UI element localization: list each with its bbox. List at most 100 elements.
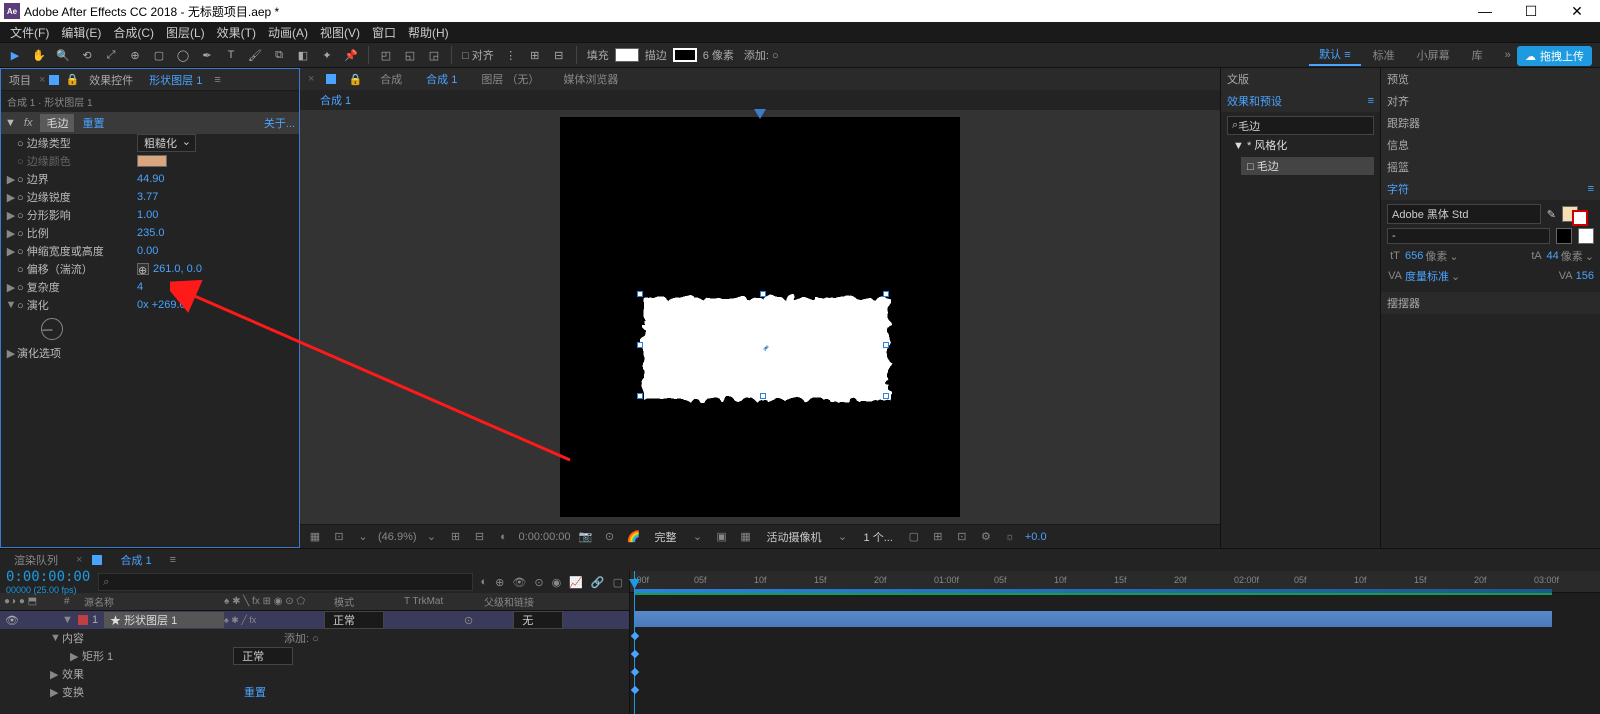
rect-tool-icon[interactable]: ▢: [148, 44, 170, 66]
keyframe-icon[interactable]: [631, 686, 639, 694]
blend-mode-dropdown[interactable]: 正常: [324, 611, 384, 629]
layer-expander[interactable]: ▼: [62, 614, 74, 626]
comp-name-tab[interactable]: 合成 1: [420, 69, 463, 89]
panel-character[interactable]: 字符≡: [1381, 178, 1600, 200]
lock-icon[interactable]: 🔒: [65, 73, 79, 86]
menu-window[interactable]: 窗口: [366, 22, 402, 43]
exposure-icon[interactable]: ☼: [1001, 531, 1019, 543]
alpha-icon[interactable]: ▦: [306, 530, 324, 543]
tab-comp-timeline[interactable]: 合成 1: [112, 550, 159, 570]
layer-tab[interactable]: 图层 （无）: [475, 69, 545, 89]
menu-help[interactable]: 帮助(H): [402, 22, 455, 43]
border-value[interactable]: 44.90: [137, 173, 165, 185]
res-down-icon[interactable]: ⌄: [354, 530, 372, 543]
bw-swatch[interactable]: [1556, 228, 1572, 244]
fx-name[interactable]: 毛边: [40, 114, 74, 132]
layer-switches[interactable]: ♠ ✱ ╱ fx: [224, 615, 324, 626]
snap-label[interactable]: □ 对齐: [458, 47, 498, 63]
panel-mask[interactable]: 摇篮: [1381, 156, 1600, 178]
scale-value[interactable]: 235.0: [137, 227, 165, 239]
vbtn2-icon[interactable]: ⊞: [929, 530, 947, 543]
work-area-bar[interactable]: [634, 589, 1552, 593]
hand-tool-icon[interactable]: ✋: [28, 44, 50, 66]
evolution-value[interactable]: 0x +269.0°: [137, 299, 190, 311]
fill-label[interactable]: 填充: [583, 47, 613, 63]
offset-value[interactable]: 261.0, 0.0: [153, 263, 202, 275]
upload-badge[interactable]: ☁ 拖拽上传: [1517, 46, 1592, 66]
brush-tool-icon[interactable]: 🖌: [244, 44, 266, 66]
handle-tr[interactable]: [883, 291, 889, 297]
mask-icon[interactable]: ◰: [375, 44, 397, 66]
contents-group[interactable]: 内容: [62, 630, 84, 646]
viewer-time[interactable]: 0:00:00:00: [519, 531, 571, 543]
fill-swatch[interactable]: [615, 48, 639, 62]
menu-animation[interactable]: 动画(A): [262, 22, 314, 43]
tl-render-icon[interactable]: ▢: [613, 576, 623, 589]
roto-tool-icon[interactable]: ✦: [316, 44, 338, 66]
fx-search[interactable]: ⌕ ×: [1227, 116, 1374, 135]
snapshot-icon[interactable]: 📷: [577, 530, 595, 543]
rect-group[interactable]: 矩形 1: [82, 648, 113, 664]
vbtn4-icon[interactable]: ⚙: [977, 530, 995, 543]
workspace-small[interactable]: 小屏幕: [1407, 45, 1460, 65]
snap-grid-icon[interactable]: ⊞: [524, 44, 546, 66]
color-mgmt-icon[interactable]: 🌈: [625, 530, 643, 543]
puppet-tool-icon[interactable]: 📌: [340, 44, 362, 66]
handle-bc[interactable]: [760, 393, 766, 399]
fx-about[interactable]: 关于...: [264, 115, 295, 131]
snap-guide-icon[interactable]: ⊟: [548, 44, 570, 66]
maximize-button[interactable]: ☐: [1508, 0, 1554, 22]
viewer[interactable]: ◈: [300, 110, 1220, 524]
handle-mr[interactable]: [883, 342, 889, 348]
layer-duration-bar[interactable]: [634, 611, 1552, 627]
handle-bl[interactable]: [637, 393, 643, 399]
tracking-value[interactable]: 156: [1576, 270, 1594, 282]
font-family-dropdown[interactable]: Adobe 黑体 Std: [1387, 204, 1541, 224]
font-style-dropdown[interactable]: -: [1387, 228, 1550, 244]
handle-ml[interactable]: [637, 342, 643, 348]
magnification[interactable]: (46.9%): [378, 531, 417, 543]
minimize-button[interactable]: —: [1462, 0, 1508, 22]
views-dropdown[interactable]: 1 个...: [858, 529, 899, 545]
vbtn-icon[interactable]: ▢: [905, 530, 923, 543]
transform-group[interactable]: 变换: [62, 684, 84, 700]
panel-tracker[interactable]: 跟踪器: [1381, 112, 1600, 134]
comp-canvas[interactable]: ◈: [560, 117, 960, 517]
panel-info[interactable]: 信息: [1381, 134, 1600, 156]
resolution-dropdown[interactable]: 完整: [649, 529, 683, 545]
anchor-tool-icon[interactable]: ⊕: [124, 44, 146, 66]
fx-category[interactable]: ▼ * 风格化: [1227, 135, 1374, 155]
fx-reset[interactable]: 重置: [82, 115, 104, 131]
clone-tool-icon[interactable]: ⧉: [268, 44, 290, 66]
shape-icon[interactable]: ◱: [399, 44, 421, 66]
workspace-default[interactable]: 默认 ≡: [1309, 44, 1360, 66]
edge-type-dropdown[interactable]: 粗糙化: [137, 134, 196, 152]
comp-subtab[interactable]: 合成 1: [320, 92, 351, 108]
close-button[interactable]: ✕: [1554, 0, 1600, 22]
exposure-value[interactable]: +0.0: [1025, 531, 1047, 543]
stretch-value[interactable]: 0.00: [137, 245, 158, 257]
vbtn3-icon[interactable]: ⊡: [953, 530, 971, 543]
tl-graph-icon[interactable]: 📈: [569, 576, 583, 589]
keyframe-icon[interactable]: [631, 650, 639, 658]
fx-search-input[interactable]: [1238, 120, 1380, 132]
mag-down-icon[interactable]: ⌄: [423, 530, 441, 543]
guides-icon[interactable]: ⊟: [471, 530, 489, 543]
channel-icon[interactable]: ⊡: [330, 530, 348, 543]
kerning-value[interactable]: 度量标准: [1405, 268, 1449, 284]
pen-tool-icon[interactable]: ✒: [196, 44, 218, 66]
tl-blur-icon[interactable]: ◉: [552, 576, 562, 589]
panel-preview[interactable]: 预览: [1381, 68, 1600, 90]
tab-render-queue[interactable]: 渲染队列: [6, 550, 66, 570]
workspace-standard[interactable]: 标准: [1363, 45, 1405, 65]
transform-reset[interactable]: 重置: [244, 684, 266, 700]
menu-file[interactable]: 文件(F): [4, 22, 55, 43]
panel-align[interactable]: 对齐: [1381, 90, 1600, 112]
menu-composition[interactable]: 合成(C): [107, 22, 160, 43]
tab-fxctrl[interactable]: 效果控件: [81, 69, 141, 91]
tab-project[interactable]: 项目: [1, 69, 39, 91]
leading-value[interactable]: 44: [1547, 250, 1559, 262]
mask-view-icon[interactable]: ◐: [495, 531, 513, 543]
panel-wiggler[interactable]: 摆摆器: [1381, 292, 1600, 314]
orbit-tool-icon[interactable]: ⟲: [76, 44, 98, 66]
